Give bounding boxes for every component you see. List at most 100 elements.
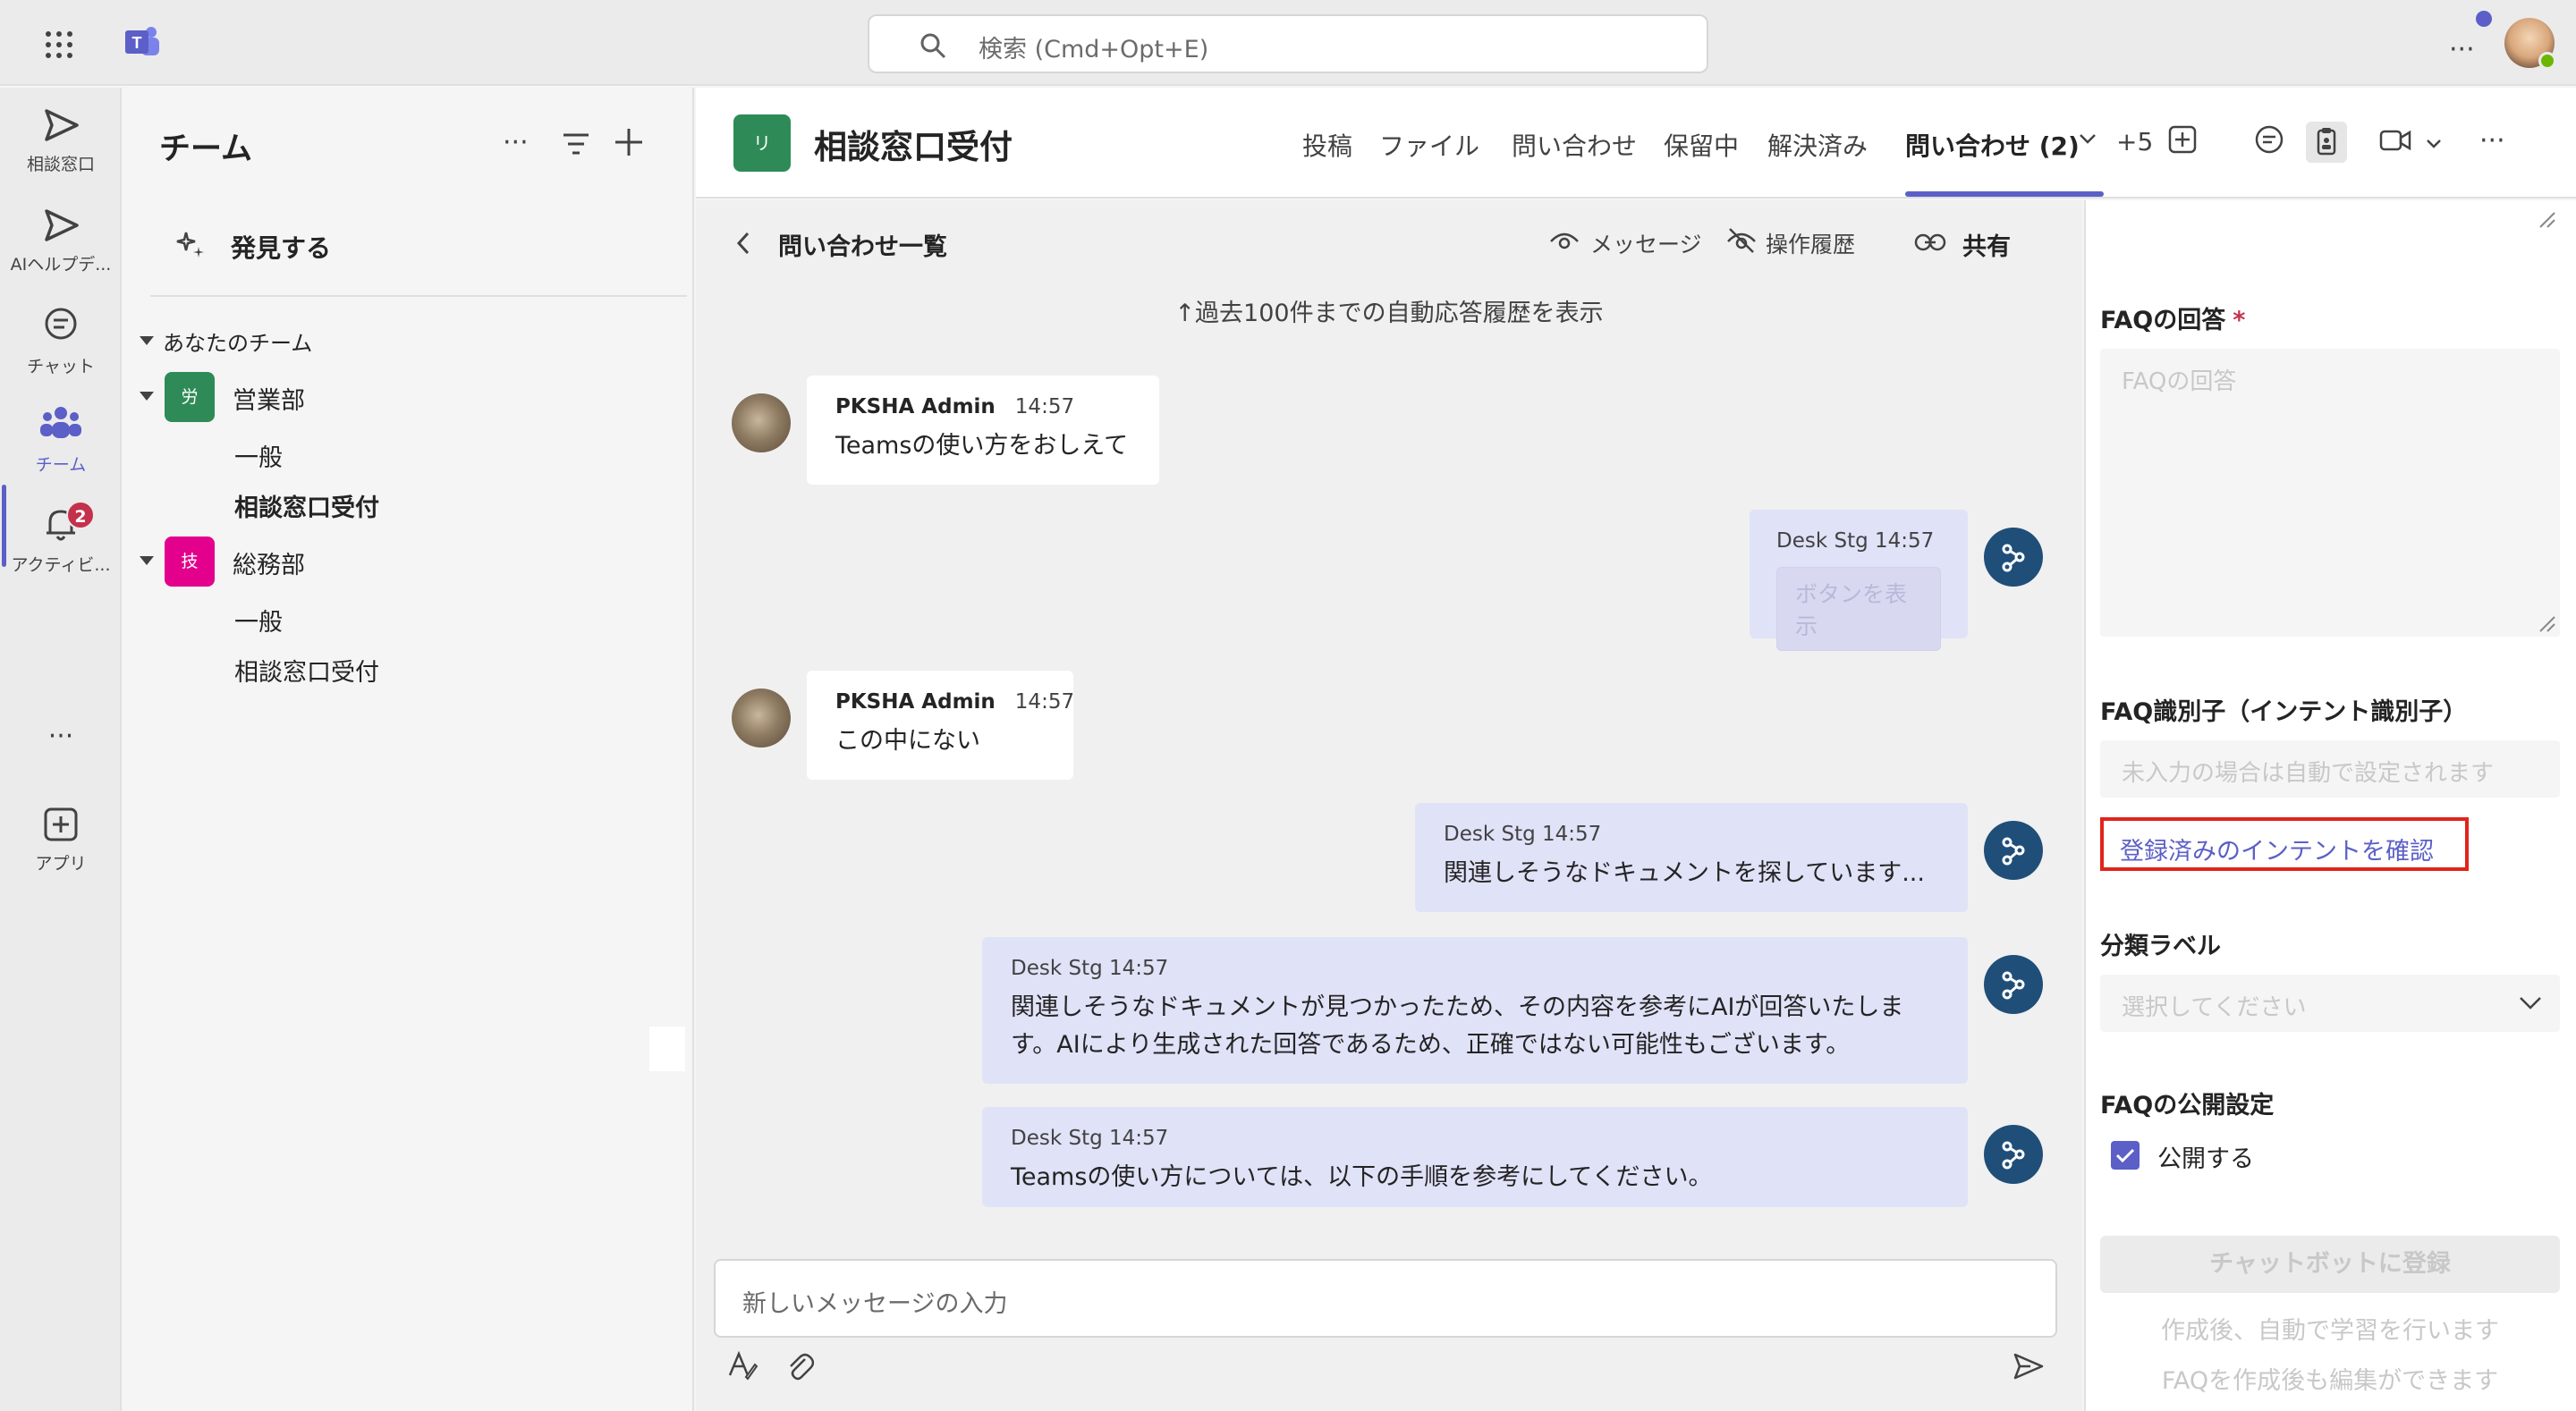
divider	[150, 295, 687, 297]
compose-placeholder: 新しいメッセージの入力	[742, 1290, 1008, 1318]
more-options-icon[interactable]: ···	[2479, 125, 2505, 156]
conversation-icon[interactable]	[2254, 125, 2284, 159]
category-select[interactable]: 選択してください	[2100, 975, 2560, 1032]
user-avatar	[732, 689, 791, 748]
more-options-icon[interactable]: ···	[503, 127, 529, 158]
send-app-icon	[45, 109, 79, 141]
message-outgoing: Desk Stg 14:57 Teamsの使い方については、以下の手順を参考にし…	[982, 1107, 1968, 1207]
format-icon[interactable]	[726, 1350, 758, 1384]
message-time: 14:57	[1014, 395, 1075, 418]
rail-label: 相談窓口	[26, 155, 95, 174]
caret-down-icon[interactable]	[140, 392, 154, 401]
attach-icon[interactable]	[785, 1350, 815, 1384]
send-icon[interactable]	[2012, 1352, 2045, 1384]
tab-inquiries[interactable]: 問い合わせ	[1512, 127, 1637, 163]
team-avatar: 技	[165, 537, 215, 587]
team-name[interactable]: 営業部	[233, 381, 305, 416]
message-time: 14:57	[1109, 1127, 1169, 1150]
message-outgoing: Desk Stg 14:57 関連しそうなドキュメントが見つかったため、その内容…	[982, 937, 1968, 1084]
resize-handle-icon[interactable]	[2537, 209, 2556, 232]
tab-inquiries-active[interactable]: 問い合わせ (2)	[1905, 127, 2080, 163]
rail-item-apps[interactable]: アプリ	[0, 807, 122, 874]
tab-posts[interactable]: 投稿	[1302, 127, 1352, 163]
video-call-icon[interactable]	[2379, 129, 2411, 156]
message-time: 14:57	[1014, 690, 1075, 714]
message-author: Desk Stg	[1444, 823, 1536, 846]
notification-dot	[2476, 11, 2492, 27]
send-app-icon	[45, 209, 79, 241]
faq-id-input[interactable]: 未入力の場合は自動で設定されます	[2100, 740, 2560, 798]
title-bar: T 検索 (Cmd+Opt+E) ···	[0, 0, 2576, 86]
search-icon	[919, 32, 946, 63]
channel-item[interactable]: 相談窓口受付	[234, 653, 379, 688]
add-tab-icon[interactable]	[2168, 125, 2197, 157]
tab-resolved[interactable]: 解決済み	[1767, 127, 1868, 163]
filter-icon[interactable]	[562, 132, 590, 159]
bot-logo-icon	[2002, 971, 2025, 1000]
faq-answer-label-text: FAQの回答	[2100, 307, 2226, 334]
channel-item[interactable]: 一般	[234, 438, 283, 473]
message-time: 14:57	[1109, 957, 1169, 980]
message-author: Desk Stg	[1776, 529, 1868, 553]
message-incoming: PKSHA Admin 14:57 この中にない	[807, 671, 1075, 780]
message-compose-box[interactable]: 新しいメッセージの入力	[714, 1259, 2057, 1338]
rail-item-soudan[interactable]: 相談窓口	[0, 107, 122, 175]
teams-icon	[40, 407, 81, 438]
app-launcher-icon[interactable]	[45, 30, 73, 59]
rail-item-teams[interactable]: チーム	[0, 404, 122, 476]
publish-label: FAQの公開設定	[2100, 1092, 2275, 1120]
sparkle-icon	[176, 232, 204, 258]
search-box[interactable]: 検索 (Cmd+Opt+E)	[868, 14, 1708, 73]
rail-item-chat[interactable]: チャット	[0, 306, 122, 377]
caret-down-icon[interactable]	[140, 556, 154, 565]
channel-item-active[interactable]: 相談窓口受付	[234, 488, 379, 523]
message-time: 14:57	[1875, 529, 1935, 553]
register-chatbot-button[interactable]: チャットボットに登録	[2100, 1236, 2560, 1293]
svg-text:T: T	[132, 34, 142, 52]
clipboard-icon[interactable]	[2306, 122, 2347, 163]
rail-label: チーム	[35, 455, 87, 475]
caret-down-icon[interactable]	[140, 336, 154, 345]
chat-icon	[45, 308, 77, 340]
faq-answer-placeholder: FAQの回答	[2122, 368, 2237, 395]
app-rail: 相談窓口 AIヘルプデ... チャット チーム アクティビ... 2 ··· ア…	[0, 88, 122, 1411]
chevron-down-icon[interactable]	[2426, 136, 2442, 153]
rail-item-ai-helpdesk[interactable]: AIヘルプデ...	[0, 207, 122, 275]
user-avatar	[732, 393, 791, 452]
message-text: Teamsの使い方については、以下の手順を参考にしてください。	[1011, 1163, 1713, 1191]
active-tab-underline	[1905, 191, 2104, 197]
history-link[interactable]: ↑過去100件までの自動応答履歴を表示	[696, 293, 2082, 328]
channel-avatar: リ	[733, 114, 791, 172]
tab-pending[interactable]: 保留中	[1664, 127, 1739, 163]
chevron-down-icon	[2520, 997, 2541, 1010]
message-author: PKSHA Admin	[835, 690, 996, 714]
channel-item[interactable]: 一般	[234, 603, 283, 638]
eye-off-icon	[1727, 228, 1756, 253]
add-app-icon	[44, 807, 78, 841]
bot-avatar	[1984, 821, 2043, 880]
bot-logo-icon	[2002, 1141, 2025, 1170]
rail-item-activity[interactable]: アクティビ...	[0, 504, 122, 576]
tab-more[interactable]: +5	[2116, 127, 2153, 156]
message-incoming: PKSHA Admin 14:57 Teamsの使い方をおしえて	[807, 376, 1159, 485]
publish-checkbox-label[interactable]: 公開する	[2157, 1139, 2254, 1174]
resize-handle-icon[interactable]	[2537, 613, 2556, 633]
faq-answer-textarea[interactable]: FAQの回答	[2100, 349, 2560, 637]
channel-header: リ 相談窓口受付 投稿 ファイル 問い合わせ 保留中 解決済み 問い合わせ (2…	[696, 88, 2576, 199]
scroll-handle[interactable]	[649, 1027, 685, 1071]
show-button[interactable]: ボタンを表示	[1776, 567, 1941, 651]
intent-link[interactable]: 登録済みのインテントを確認	[2120, 832, 2434, 866]
more-options-icon[interactable]: ···	[2449, 34, 2475, 65]
tab-files[interactable]: ファイル	[1379, 127, 1479, 163]
your-teams-header[interactable]: あなたのチーム	[163, 325, 312, 357]
chevron-down-icon[interactable]	[2079, 132, 2097, 149]
team-name[interactable]: 総務部	[233, 545, 305, 580]
bot-logo-icon	[2002, 837, 2025, 866]
intent-link-highlight[interactable]: 登録済みのインテントを確認	[2100, 817, 2469, 871]
discover-row[interactable]: 発見する	[175, 229, 640, 265]
rail-label: チャット	[27, 357, 95, 376]
add-icon[interactable]	[614, 127, 644, 161]
category-placeholder: 選択してください	[2122, 994, 2307, 1021]
publish-checkbox[interactable]	[2111, 1141, 2140, 1170]
more-apps-icon[interactable]: ···	[0, 721, 122, 752]
